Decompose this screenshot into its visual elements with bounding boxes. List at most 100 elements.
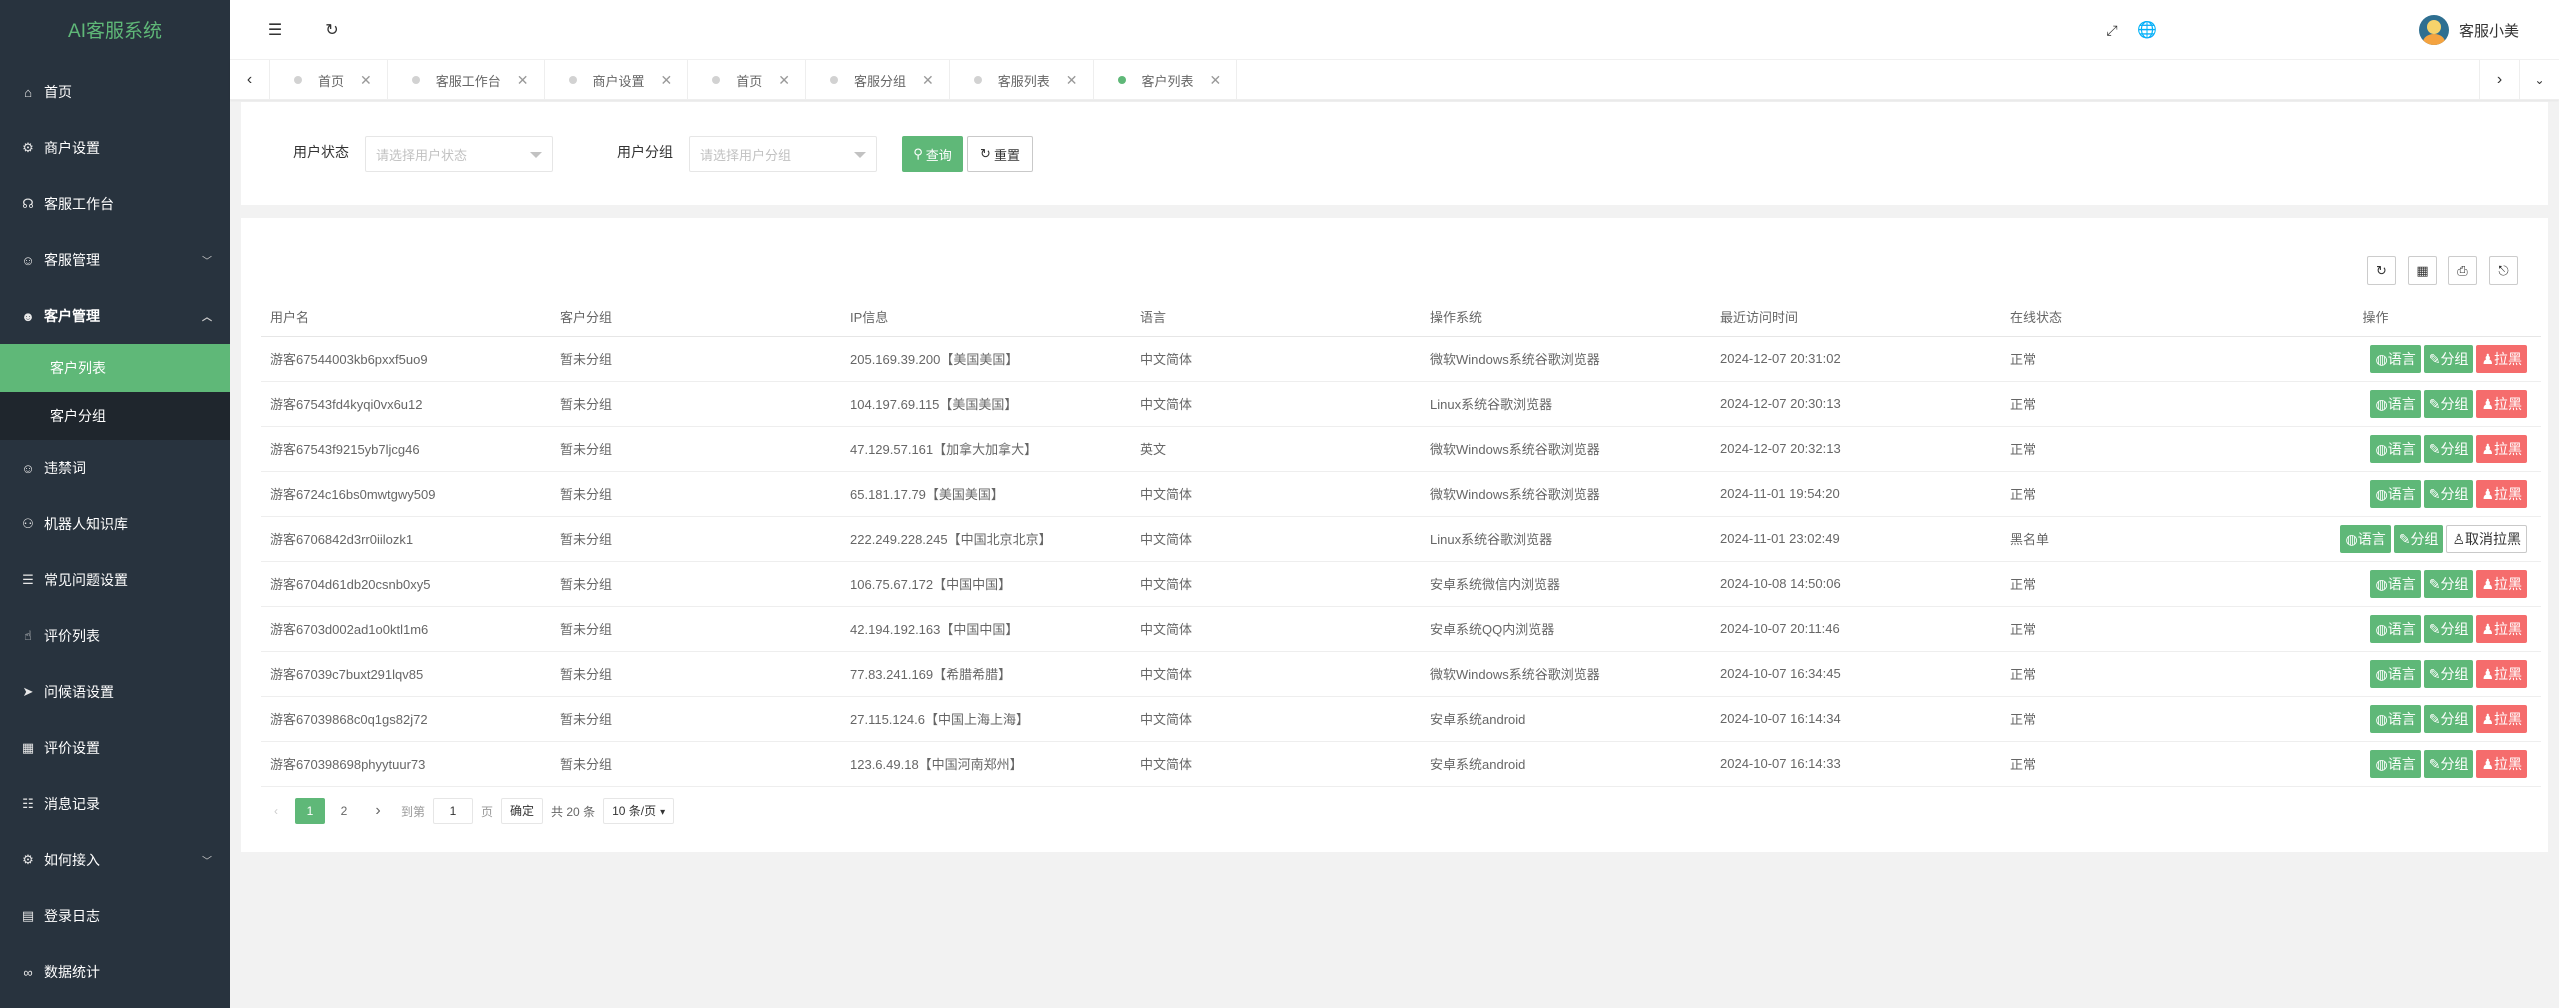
sidebar-item-0[interactable]: ⌂ 首页 — [0, 64, 230, 120]
language-button[interactable]: ◍语言 — [2370, 704, 2421, 733]
close-icon[interactable]: ✕ — [661, 72, 673, 89]
column-header: IP信息 — [841, 298, 1131, 337]
page-button[interactable]: 1 — [295, 798, 325, 824]
block-button[interactable]: ♟拉黑 — [2476, 614, 2527, 643]
block-button[interactable]: ♟拉黑 — [2476, 434, 2527, 463]
unblock-button-label: 取消拉黑 — [2465, 530, 2521, 547]
globe-icon: ◍ — [2375, 440, 2388, 457]
tab-2[interactable]: 商户设置 ✕ — [545, 60, 689, 100]
tab-5[interactable]: 客服列表 ✕ — [950, 60, 1094, 100]
group-button[interactable]: ✎分组 — [2423, 749, 2474, 778]
sidebar-item-13[interactable]: ▤ 登录日志 — [0, 888, 230, 944]
language-button[interactable]: ◍语言 — [2370, 389, 2421, 418]
close-icon[interactable]: ✕ — [1066, 72, 1078, 89]
print-icon[interactable]: ⎙ — [2448, 256, 2477, 285]
close-icon[interactable]: ✕ — [360, 72, 372, 89]
sidebar-item-8[interactable]: ☝ 评价列表 — [0, 608, 230, 664]
user-menu[interactable]: 客服小美 — [2418, 0, 2519, 60]
goto-confirm-button[interactable]: 确定 — [501, 798, 544, 824]
status-filter-select[interactable]: 请选择用户状态 — [365, 136, 553, 172]
goto-page-input[interactable]: 1 — [433, 798, 474, 824]
language-button[interactable]: ◍语言 — [2340, 524, 2391, 553]
fullscreen-icon[interactable]: ⤢ — [2092, 0, 2132, 60]
chevron-down-icon: ﹀ — [202, 856, 212, 868]
prev-page-icon[interactable]: ‹ — [261, 798, 291, 824]
tab-0[interactable]: 首页 ✕ — [270, 60, 388, 100]
tabs-list: 首页 ✕ 客服工作台 ✕ 商户设置 ✕ 首页 ✕ 客服分组 ✕ 客服列表 ✕ 客户列表 ✕ — [270, 60, 1238, 100]
sidebar-subitem-0[interactable]: 客户列表 — [0, 344, 230, 392]
group-filter-select[interactable]: 请选择用户分组 — [689, 136, 877, 172]
query-button[interactable]: ⚲ 查询 — [902, 136, 963, 172]
tabs-next-icon[interactable]: › — [2479, 60, 2519, 100]
next-page-icon[interactable]: › — [363, 798, 393, 824]
columns-filter-icon[interactable]: ▦ — [2408, 256, 2437, 285]
cell-actions: ◍语言 ✎分组 ♟拉黑 — [2201, 651, 2541, 697]
group-button[interactable]: ✎分组 — [2423, 434, 2474, 463]
chevron-up-icon: ︿ — [202, 312, 212, 324]
close-icon[interactable]: ✕ — [1210, 72, 1222, 89]
sidebar-item-4[interactable]: ☻ 客户管理 ︿ — [0, 288, 230, 344]
group-button[interactable]: ✎分组 — [2423, 569, 2474, 598]
cell-group: 暂未分组 — [551, 426, 841, 472]
edit-icon: ✎ — [2428, 485, 2441, 502]
sidebar-item-12[interactable]: ⚙ 如何接入 ﹀ — [0, 832, 230, 888]
tab-4[interactable]: 客服分组 ✕ — [806, 60, 950, 100]
tab-1[interactable]: 客服工作台 ✕ — [388, 60, 545, 100]
sidebar-item-1[interactable]: ⚙ 商户设置 — [0, 120, 230, 176]
sidebar-item-11[interactable]: ☷ 消息记录 — [0, 776, 230, 832]
language-button[interactable]: ◍语言 — [2370, 614, 2421, 643]
total-count: 共 20 条 — [551, 804, 596, 819]
language-button[interactable]: ◍语言 — [2370, 344, 2421, 373]
globe-icon[interactable]: 🌐 — [2127, 0, 2167, 60]
block-button[interactable]: ♟拉黑 — [2476, 344, 2527, 373]
export-icon[interactable]: ⎋ — [2489, 256, 2518, 285]
menu-toggle-icon[interactable]: ☰ — [255, 0, 295, 60]
close-icon[interactable]: ✕ — [778, 72, 790, 89]
cell-os: 微软Windows系统谷歌浏览器 — [1421, 426, 1711, 472]
tabs-dropdown-icon[interactable]: ⌄ — [2519, 60, 2559, 100]
block-button[interactable]: ♟拉黑 — [2476, 704, 2527, 733]
reload-icon[interactable]: ↻ — [2367, 256, 2396, 285]
app-logo-title[interactable]: AI客服系统 — [0, 0, 230, 64]
faq-icon: ☰ — [22, 572, 34, 587]
block-button[interactable]: ♟拉黑 — [2476, 479, 2527, 508]
language-button-label: 语言 — [2387, 710, 2416, 727]
close-icon[interactable]: ✕ — [922, 72, 934, 89]
reset-button[interactable]: ↻ 重置 — [967, 136, 1033, 172]
page-size-select[interactable]: 10 条/页 ▾ — [603, 798, 675, 824]
unblock-button[interactable]: ♙取消拉黑 — [2446, 524, 2527, 553]
language-button[interactable]: ◍语言 — [2370, 749, 2421, 778]
language-button[interactable]: ◍语言 — [2370, 479, 2421, 508]
language-button[interactable]: ◍语言 — [2370, 569, 2421, 598]
block-button[interactable]: ♟拉黑 — [2476, 659, 2527, 688]
sidebar-item-7[interactable]: ☰ 常见问题设置 — [0, 552, 230, 608]
group-button[interactable]: ✎分组 — [2423, 704, 2474, 733]
group-button[interactable]: ✎分组 — [2423, 479, 2474, 508]
block-button[interactable]: ♟拉黑 — [2476, 749, 2527, 778]
sidebar-item-2[interactable]: ☊ 客服工作台 — [0, 176, 230, 232]
sidebar-subitem-1[interactable]: 客户分组 — [0, 392, 230, 440]
globe-icon: ◍ — [2375, 395, 2388, 412]
tab-3[interactable]: 首页 ✕ — [688, 60, 806, 100]
group-button[interactable]: ✎分组 — [2423, 389, 2474, 418]
group-button[interactable]: ✎分组 — [2423, 344, 2474, 373]
cell-os: 微软Windows系统谷歌浏览器 — [1421, 336, 1711, 382]
sidebar-item-9[interactable]: ➤ 问候语设置 — [0, 664, 230, 720]
sidebar-item-6[interactable]: ⚇ 机器人知识库 — [0, 496, 230, 552]
group-button[interactable]: ✎分组 — [2393, 524, 2444, 553]
sidebar-item-5[interactable]: ☺ 违禁词 — [0, 440, 230, 496]
refresh-icon[interactable]: ↻ — [312, 0, 352, 60]
sidebar-item-3[interactable]: ☺ 客服管理 ﹀ — [0, 232, 230, 288]
group-button[interactable]: ✎分组 — [2423, 614, 2474, 643]
page-button[interactable]: 2 — [329, 798, 359, 824]
close-icon[interactable]: ✕ — [517, 72, 529, 89]
block-button[interactable]: ♟拉黑 — [2476, 569, 2527, 598]
group-button[interactable]: ✎分组 — [2423, 659, 2474, 688]
block-button[interactable]: ♟拉黑 — [2476, 389, 2527, 418]
language-button[interactable]: ◍语言 — [2370, 434, 2421, 463]
tab-6[interactable]: 客户列表 ✕ — [1094, 60, 1238, 100]
tabs-prev-icon[interactable]: ‹ — [230, 60, 270, 100]
language-button[interactable]: ◍语言 — [2370, 659, 2421, 688]
sidebar-item-14[interactable]: ∞ 数据统计 — [0, 944, 230, 1000]
sidebar-item-10[interactable]: ▦ 评价设置 — [0, 720, 230, 776]
